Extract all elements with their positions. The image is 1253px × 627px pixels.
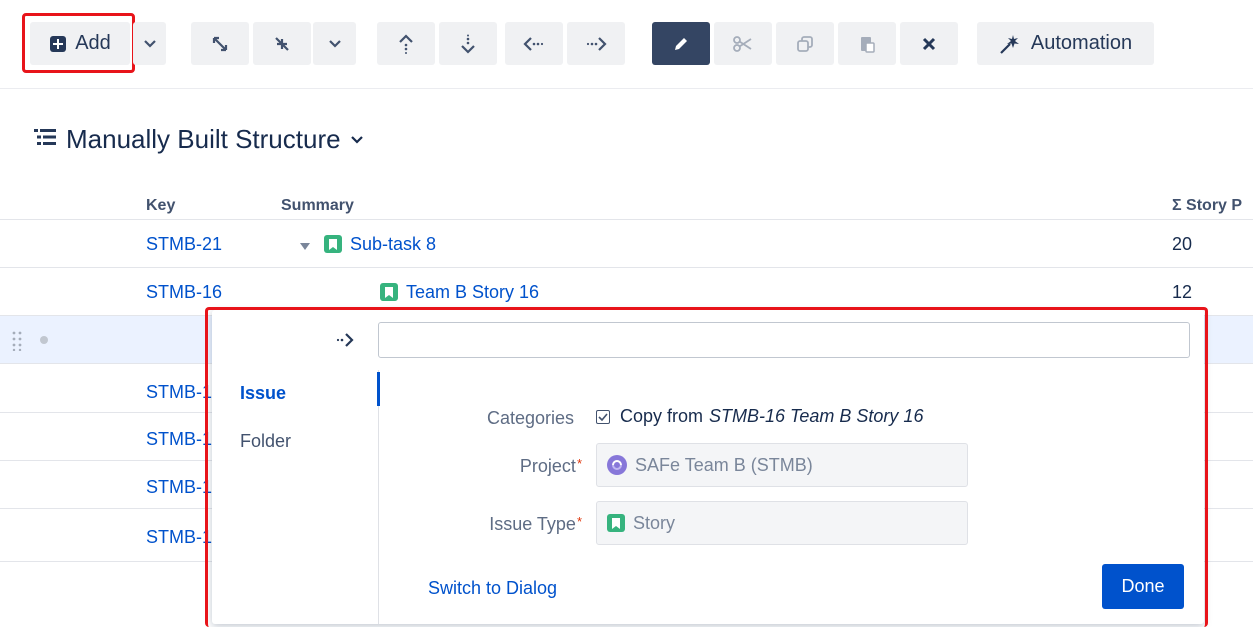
structure-selector[interactable]: Manually Built Structure bbox=[34, 124, 363, 155]
indent-button[interactable] bbox=[567, 22, 625, 65]
issue-key-link[interactable]: STMB-1 bbox=[146, 364, 212, 420]
drag-handle-icon[interactable] bbox=[12, 331, 24, 356]
structure-list-icon bbox=[34, 128, 56, 151]
story-points-value: 20 bbox=[1172, 234, 1193, 254]
column-header-summary[interactable]: Summary bbox=[281, 197, 354, 215]
copy-icon bbox=[796, 35, 814, 53]
move-down-icon bbox=[459, 34, 477, 54]
caret-down-icon[interactable] bbox=[300, 220, 310, 268]
cut-button[interactable] bbox=[714, 22, 772, 65]
story-icon bbox=[380, 283, 398, 301]
delete-button[interactable] bbox=[900, 22, 958, 65]
collapse-button[interactable] bbox=[253, 22, 311, 65]
move-down-button[interactable] bbox=[439, 22, 497, 65]
issue-key-link[interactable]: STMB-1 bbox=[146, 461, 212, 513]
issue-key-link[interactable]: STMB-21 bbox=[146, 220, 222, 268]
move-up-icon bbox=[397, 33, 415, 54]
expand-button[interactable] bbox=[191, 22, 249, 65]
chevron-down-icon bbox=[328, 39, 341, 48]
automation-wand-icon bbox=[999, 34, 1021, 54]
expand-icon bbox=[211, 35, 229, 53]
paste-icon bbox=[858, 35, 876, 53]
add-button-highlight bbox=[22, 13, 135, 73]
collapse-icon bbox=[273, 35, 291, 53]
paste-button[interactable] bbox=[838, 22, 896, 65]
add-options-dropdown[interactable] bbox=[133, 22, 166, 65]
outdent-icon bbox=[523, 36, 545, 52]
column-header-key[interactable]: Key bbox=[146, 197, 175, 215]
chevron-down-icon bbox=[143, 39, 156, 48]
issue-summary-link[interactable]: Sub-task 8 bbox=[350, 220, 436, 268]
structure-title: Manually Built Structure bbox=[66, 124, 341, 154]
summary-cell: Sub-task 8 bbox=[300, 220, 436, 268]
popup-highlight bbox=[205, 307, 1208, 627]
cut-icon bbox=[733, 35, 753, 52]
table-row[interactable]: STMB-21 Sub-task 8 20 bbox=[0, 220, 1253, 268]
outdent-button[interactable] bbox=[505, 22, 563, 65]
chevron-down-icon bbox=[350, 131, 363, 149]
edit-button[interactable] bbox=[652, 22, 710, 65]
expand-options-dropdown[interactable] bbox=[313, 22, 356, 65]
automation-label: Automation bbox=[1030, 32, 1133, 54]
column-header-story-points[interactable]: Σ Story P bbox=[1172, 197, 1242, 215]
edit-icon bbox=[672, 35, 690, 53]
bullet-icon bbox=[40, 336, 48, 344]
story-icon bbox=[324, 235, 342, 253]
copy-button[interactable] bbox=[776, 22, 834, 65]
automation-button[interactable]: Automation bbox=[977, 22, 1154, 65]
indent-icon bbox=[585, 36, 607, 52]
toolbar-divider bbox=[0, 88, 1253, 89]
issue-key-link[interactable]: STMB-1 bbox=[146, 413, 212, 465]
issue-key-link[interactable]: STMB-1 bbox=[146, 509, 212, 565]
delete-icon bbox=[922, 37, 936, 51]
move-up-button[interactable] bbox=[377, 22, 435, 65]
